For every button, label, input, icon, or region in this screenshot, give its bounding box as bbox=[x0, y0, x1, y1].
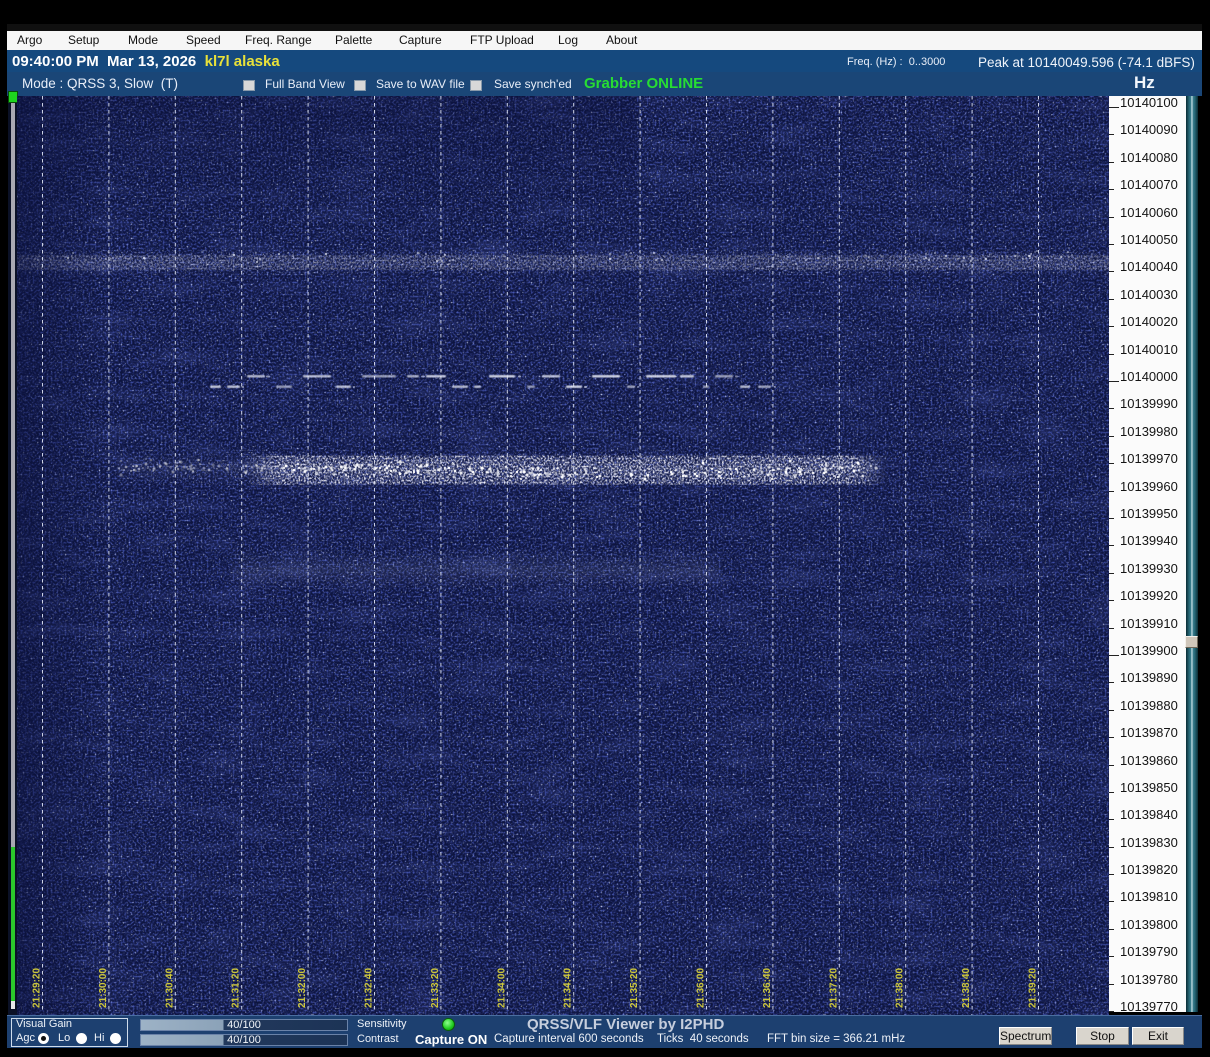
svg-text:21:36:00: 21:36:00 bbox=[696, 968, 707, 1008]
svg-text:21:34:40: 21:34:40 bbox=[563, 968, 574, 1008]
svg-text:21:29:20: 21:29:20 bbox=[32, 968, 43, 1008]
svg-text:21:30:00: 21:30:00 bbox=[98, 968, 109, 1008]
svg-text:21:30:40: 21:30:40 bbox=[164, 968, 175, 1008]
svg-text:21:36:40: 21:36:40 bbox=[762, 968, 773, 1008]
svg-text:21:39:20: 21:39:20 bbox=[1028, 968, 1039, 1008]
svg-text:21:38:40: 21:38:40 bbox=[961, 968, 972, 1008]
svg-text:21:33:20: 21:33:20 bbox=[430, 968, 441, 1008]
svg-text:21:37:20: 21:37:20 bbox=[828, 968, 839, 1008]
svg-text:21:38:00: 21:38:00 bbox=[895, 968, 906, 1008]
svg-text:21:34:00: 21:34:00 bbox=[496, 968, 507, 1008]
svg-text:21:31:20: 21:31:20 bbox=[231, 968, 242, 1008]
svg-text:21:32:40: 21:32:40 bbox=[364, 968, 375, 1008]
svg-text:21:32:00: 21:32:00 bbox=[297, 968, 308, 1008]
svg-text:21:35:20: 21:35:20 bbox=[629, 968, 640, 1008]
